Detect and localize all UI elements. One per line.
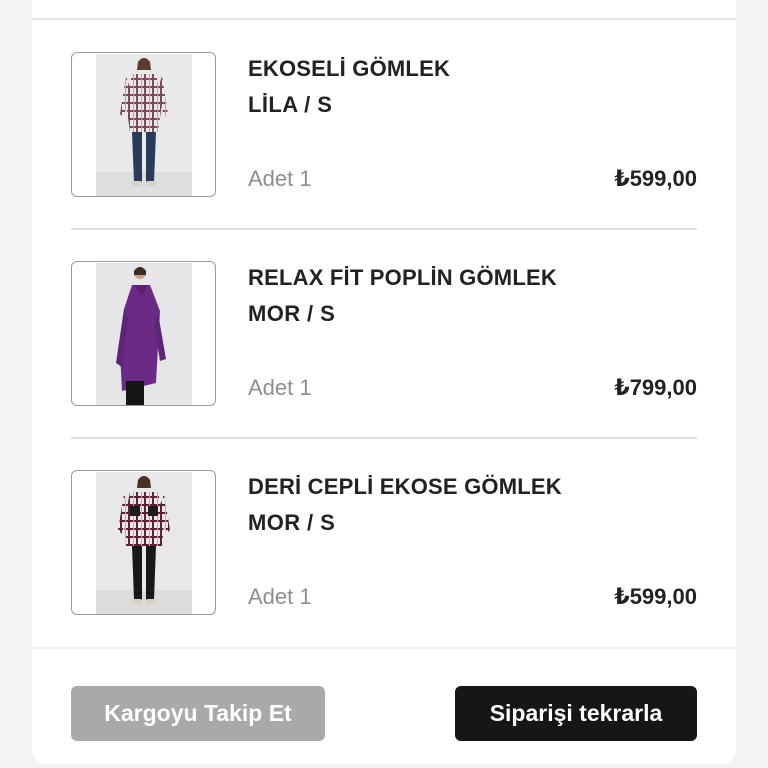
footer-divider — [32, 647, 736, 649]
product-name[interactable]: EKOSELİ GÖMLEK — [248, 56, 450, 82]
product-image[interactable] — [71, 261, 216, 406]
product-image[interactable] — [71, 470, 216, 615]
product-image[interactable] — [71, 52, 216, 197]
product-variant: MOR / S — [248, 301, 336, 326]
order-item[interactable]: DERİ CEPLİ EKOSE GÖMLEK MOR / S Adet 1 ₺… — [71, 470, 697, 616]
product-quantity: Adet 1 — [248, 375, 312, 400]
item-divider — [71, 437, 697, 439]
product-name[interactable]: RELAX FİT POPLİN GÖMLEK — [248, 265, 557, 291]
divider — [32, 18, 736, 20]
product-quantity: Adet 1 — [248, 166, 312, 191]
product-price: ₺599,00 — [614, 584, 697, 609]
product-variant: LİLA / S — [248, 92, 333, 117]
product-name[interactable]: DERİ CEPLİ EKOSE GÖMLEK — [248, 474, 562, 500]
product-photo-leather-pocket-shirt — [96, 472, 192, 614]
item-divider — [71, 228, 697, 230]
product-price: ₺799,00 — [614, 375, 697, 400]
product-photo-purple-shirt — [96, 263, 192, 405]
product-photo-checked-shirt — [96, 54, 192, 196]
product-price: ₺599,00 — [614, 166, 697, 191]
product-variant: MOR / S — [248, 510, 336, 535]
order-item[interactable]: EKOSELİ GÖMLEK LİLA / S Adet 1 ₺599,00 — [71, 52, 697, 198]
order-item[interactable]: RELAX FİT POPLİN GÖMLEK MOR / S Adet 1 ₺… — [71, 261, 697, 407]
product-quantity: Adet 1 — [248, 584, 312, 609]
track-shipment-button[interactable]: Kargoyu Takip Et — [71, 686, 325, 741]
repeat-order-button[interactable]: Siparişi tekrarla — [455, 686, 697, 741]
